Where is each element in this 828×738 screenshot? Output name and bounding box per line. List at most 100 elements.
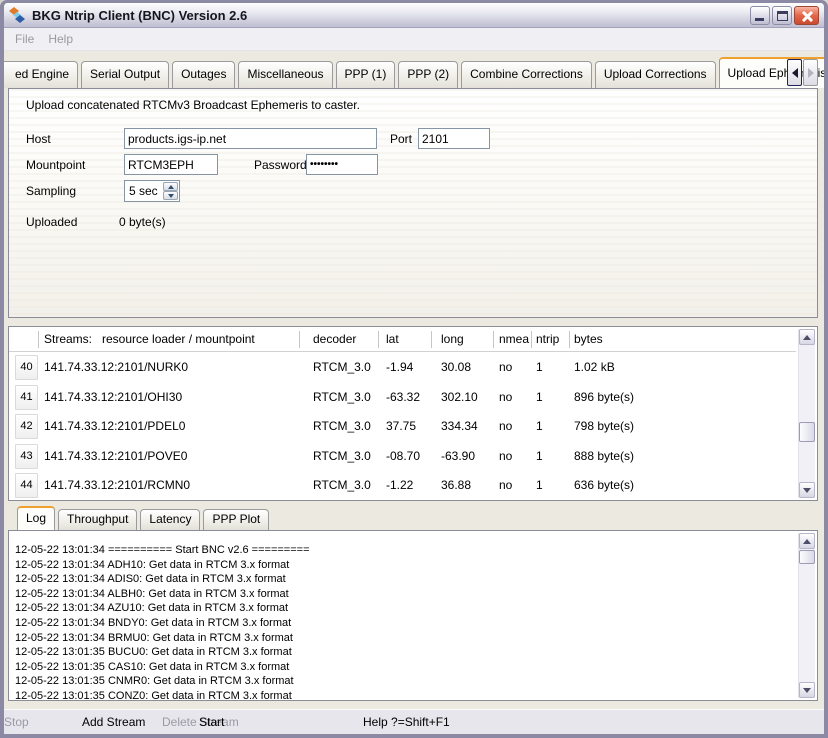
header-mountpoint[interactable]: Streams: resource loader / mountpoint — [44, 327, 255, 352]
sampling-spinner[interactable]: 5 sec — [124, 180, 180, 202]
cell-bytes: 798 byte(s) — [574, 412, 634, 442]
arrow-down-icon — [803, 688, 811, 693]
log-line: 12-05-22 13:01:35 CAS10: Get data in RTC… — [15, 660, 796, 675]
cell-ntrip: 1 — [536, 442, 543, 472]
table-row[interactable]: 42141.74.33.12:2101/PDEL0RTCM_3.037.7533… — [9, 412, 796, 442]
scroll-up-button[interactable] — [799, 329, 815, 345]
port-input[interactable] — [418, 128, 490, 149]
app-icon — [9, 7, 25, 23]
cell-long: -63.90 — [441, 442, 475, 472]
header-ntrip[interactable]: ntrip — [536, 327, 559, 352]
password-label: Password — [254, 158, 307, 172]
panel-caption: Upload concatenated RTCMv3 Broadcast Eph… — [26, 98, 360, 112]
header-lat[interactable]: lat — [386, 327, 399, 352]
scroll-down-button[interactable] — [799, 482, 815, 498]
streams-table-body: 40141.74.33.12:2101/NURK0RTCM_3.0-1.9430… — [9, 353, 796, 501]
header-bytes[interactable]: bytes — [574, 327, 603, 352]
tab-ed-engine[interactable]: ed Engine — [4, 61, 78, 88]
header-nmea[interactable]: nmea — [499, 327, 529, 352]
tab-log[interactable]: Log — [17, 506, 55, 530]
start-button[interactable]: Start — [199, 710, 224, 734]
arrow-right-icon — [808, 68, 814, 78]
log-line: 12-05-22 13:01:35 CONZ0: Get data in RTC… — [15, 689, 796, 699]
tab-combine-corrections[interactable]: Combine Corrections — [461, 61, 592, 88]
tab-ppp-1[interactable]: PPP (1) — [336, 61, 396, 88]
title-bar: BKG Ntrip Client (BNC) Version 2.6 — [4, 3, 824, 28]
log-line: 12-05-22 13:01:34 ADH10: Get data in RTC… — [15, 558, 796, 573]
cell-lat: -63.32 — [386, 383, 420, 413]
cell-decoder: RTCM_3.0 — [313, 471, 371, 501]
streams-table-header: Streams: resource loader / mountpoint de… — [9, 327, 796, 352]
cell-mountpoint: 141.74.33.12:2101/PDEL0 — [44, 412, 185, 442]
menu-file[interactable]: File — [15, 32, 34, 46]
cell-num: 42 — [15, 414, 38, 439]
streams-scrollbar-thumb[interactable] — [799, 422, 815, 442]
tab-throughput[interactable]: Throughput — [58, 509, 137, 530]
header-decoder[interactable]: decoder — [313, 327, 356, 352]
cell-decoder: RTCM_3.0 — [313, 383, 371, 413]
log-output[interactable]: 12-05-22 13:01:34 ========== Start BNC v… — [11, 533, 796, 699]
window-title: BKG Ntrip Client (BNC) Version 2.6 — [32, 8, 748, 23]
add-stream-button[interactable]: Add Stream — [82, 710, 145, 734]
maximize-button[interactable] — [772, 6, 792, 25]
log-line: 12-05-22 13:01:34 ALBH0: Get data in RTC… — [15, 587, 796, 602]
minimize-button[interactable] — [750, 6, 770, 25]
cell-mountpoint: 141.74.33.12:2101/RCMN0 — [44, 471, 190, 501]
log-panel: 12-05-22 13:01:34 ========== Start BNC v… — [8, 530, 818, 701]
table-row[interactable]: 41141.74.33.12:2101/OHI30RTCM_3.0-63.323… — [9, 383, 796, 413]
cell-nmea: no — [499, 412, 512, 442]
cell-ntrip: 1 — [536, 353, 543, 383]
cell-bytes: 896 byte(s) — [574, 383, 634, 413]
stop-button[interactable]: Stop — [4, 710, 29, 734]
cell-decoder: RTCM_3.0 — [313, 412, 371, 442]
log-line: 12-05-22 13:01:34 ADIS0: Get data in RTC… — [15, 572, 796, 587]
menu-help[interactable]: Help — [48, 32, 73, 46]
scroll-up-button[interactable] — [799, 533, 815, 549]
spin-up-icon — [168, 185, 174, 189]
header-long[interactable]: long — [441, 327, 464, 352]
maximize-icon — [777, 11, 788, 21]
mountpoint-input[interactable] — [124, 154, 218, 175]
tab-ppp-plot[interactable]: PPP Plot — [203, 509, 269, 530]
bottom-tab-bar: LogThroughputLatencyPPP Plot — [17, 506, 272, 530]
streams-scrollbar[interactable] — [798, 329, 815, 498]
cell-ntrip: 1 — [536, 383, 543, 413]
tab-scroll-right-button[interactable] — [803, 59, 818, 86]
table-row[interactable]: 43141.74.33.12:2101/POVE0RTCM_3.0-08.70-… — [9, 442, 796, 472]
tab-upload-corrections[interactable]: Upload Corrections — [595, 61, 716, 88]
log-line: 12-05-22 13:01:35 CNMR0: Get data in RTC… — [15, 674, 796, 689]
table-row[interactable]: 40141.74.33.12:2101/NURK0RTCM_3.0-1.9430… — [9, 353, 796, 383]
tab-ppp-2[interactable]: PPP (2) — [398, 61, 458, 88]
cell-ntrip: 1 — [536, 471, 543, 501]
cell-num: 43 — [15, 444, 38, 469]
tab-miscellaneous[interactable]: Miscellaneous — [238, 61, 332, 88]
host-input[interactable] — [124, 128, 377, 149]
log-scrollbar-thumb[interactable] — [799, 550, 815, 564]
streams-table: Streams: resource loader / mountpoint de… — [8, 326, 818, 501]
log-line: 12-05-22 13:01:34 BRMU0: Get data in RTC… — [15, 631, 796, 646]
sampling-value: 5 sec — [129, 181, 158, 201]
tab-latency[interactable]: Latency — [140, 509, 200, 530]
log-line: 12-05-22 13:01:34 ========== Start BNC v… — [15, 543, 796, 558]
cell-decoder: RTCM_3.0 — [313, 353, 371, 383]
uploaded-value: 0 byte(s) — [119, 215, 166, 229]
tab-scroll-left-button[interactable] — [787, 59, 802, 86]
arrow-up-icon — [803, 335, 811, 340]
arrow-up-icon — [803, 539, 811, 544]
sampling-down-button[interactable] — [163, 191, 178, 200]
tab-serial-output[interactable]: Serial Output — [81, 61, 169, 88]
scroll-down-button[interactable] — [799, 682, 815, 698]
log-scrollbar[interactable] — [798, 533, 815, 698]
cell-lat: 37.75 — [386, 412, 416, 442]
menu-bar: File Help — [4, 28, 824, 51]
sampling-label: Sampling — [26, 184, 76, 198]
tab-outages[interactable]: Outages — [172, 61, 235, 88]
close-button[interactable] — [794, 6, 819, 25]
password-input[interactable] — [306, 154, 378, 175]
cell-lat: -1.22 — [386, 471, 413, 501]
mountpoint-label: Mountpoint — [26, 158, 85, 172]
sampling-up-button[interactable] — [163, 182, 178, 191]
app-window: BKG Ntrip Client (BNC) Version 2.6 File … — [0, 0, 828, 738]
cell-nmea: no — [499, 471, 512, 501]
table-row[interactable]: 44141.74.33.12:2101/RCMN0RTCM_3.0-1.2236… — [9, 471, 796, 501]
